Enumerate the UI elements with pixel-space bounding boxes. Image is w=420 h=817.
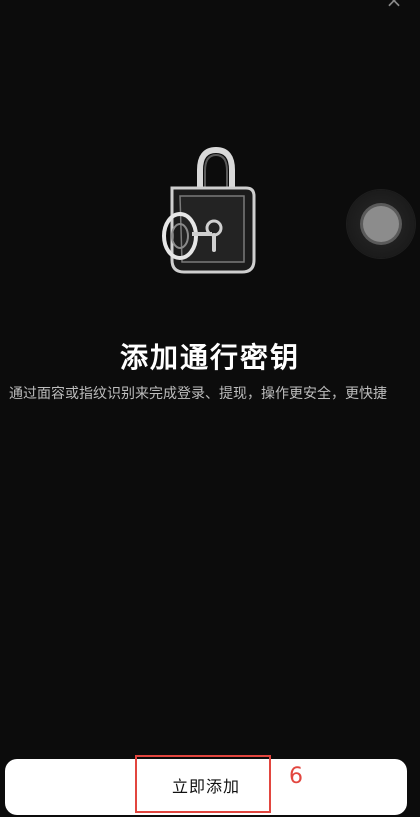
page-description: 通过面容或指纹识别来完成登录、提现，操作更安全，更快捷 [9,386,387,402]
close-icon[interactable]: × [382,0,406,12]
page-title: 添加通行密钥 [119,341,300,374]
annotation-highlight-box [135,755,271,813]
annotation-step-number: 6 [289,764,303,789]
assistive-touch-dot [363,206,399,242]
padlock-key-icon [150,142,270,282]
assistive-touch-icon[interactable] [347,190,415,258]
